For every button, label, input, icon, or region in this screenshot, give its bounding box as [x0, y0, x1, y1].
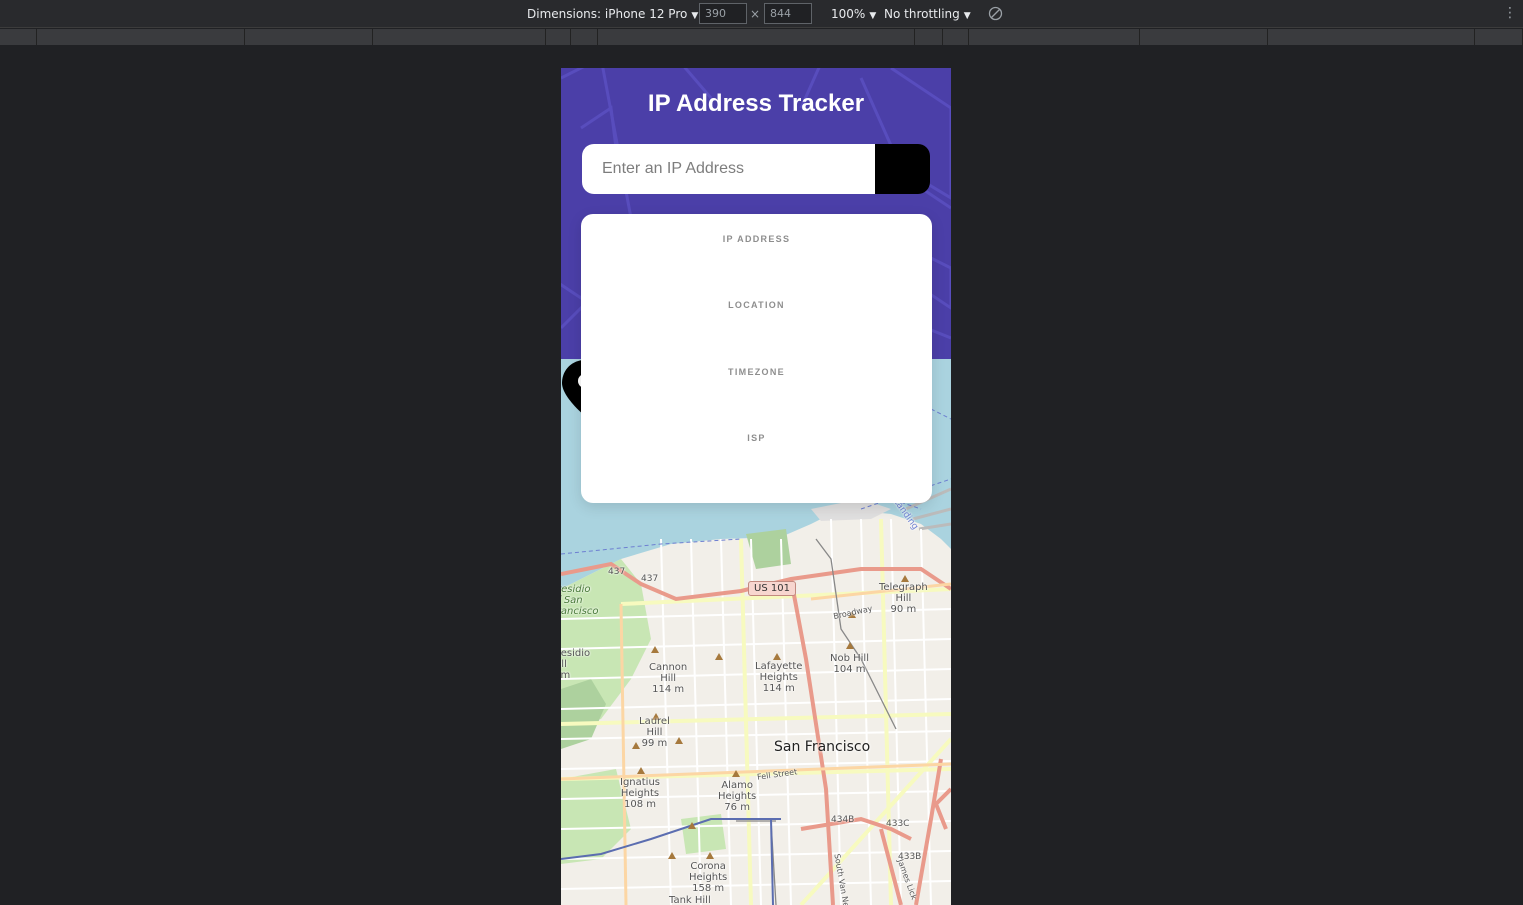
media-query-segment[interactable]: [245, 29, 373, 45]
device-height-input[interactable]: 844: [764, 3, 812, 24]
media-query-bar[interactable]: [0, 29, 1523, 45]
stat-isp: ISP: [581, 433, 932, 471]
media-query-segment[interactable]: [943, 29, 969, 45]
media-query-segment[interactable]: [969, 29, 1140, 45]
chevron-right-icon: [583, 144, 594, 160]
stat-value: [581, 316, 932, 338]
map-label: 437: [608, 567, 626, 577]
device-viewport: IP Address Tracker Enter an IP Address U…: [561, 68, 951, 905]
chevron-down-icon: ▼: [691, 11, 699, 21]
route-shield-us101: US 101: [748, 581, 796, 596]
ip-search-form: [582, 144, 930, 194]
stat-timezone: TIMEZONE: [581, 367, 932, 405]
stat-ip-address: IP ADDRESS: [581, 234, 932, 272]
stat-label: IP ADDRESS: [722, 234, 791, 244]
ip-info-card: IP ADDRESS LOCATION TIMEZONE ISP: [581, 214, 932, 503]
media-query-segment[interactable]: [1140, 29, 1268, 45]
media-query-segment[interactable]: [0, 29, 37, 45]
stat-value: [581, 449, 932, 471]
map-label: Ignatius Heights 108 m: [620, 777, 661, 810]
map-label: 433C: [886, 819, 910, 829]
device-dimensions-dropdown[interactable]: Dimensions: iPhone 12 Pro ▼: [527, 6, 698, 22]
media-query-segment[interactable]: [915, 29, 943, 45]
map-label: 434B: [831, 815, 855, 825]
device-dimensions-label: Dimensions: iPhone 12 Pro: [527, 7, 688, 21]
chevron-down-icon: ▼: [963, 11, 971, 21]
stat-label: LOCATION: [728, 300, 785, 310]
stat-location: LOCATION: [581, 300, 932, 338]
map-label: Nob Hill 104 m: [830, 653, 869, 675]
stat-value: [581, 250, 932, 272]
media-query-segment[interactable]: [1268, 29, 1475, 45]
zoom-label: 100%: [831, 7, 866, 21]
throttling-dropdown[interactable]: No throttling ▼: [884, 6, 971, 22]
media-query-segment[interactable]: [571, 29, 598, 45]
map-label: Alamo Heights 76 m: [718, 780, 757, 813]
media-query-segment[interactable]: [546, 29, 571, 45]
map-label: Cannon Hill 114 m: [649, 662, 688, 695]
media-query-segment[interactable]: [1475, 29, 1523, 45]
chevron-down-icon: ▼: [869, 11, 877, 21]
map-label: Lafayette Heights 114 m: [755, 661, 803, 694]
rotate-icon[interactable]: [988, 6, 1003, 21]
media-query-segment[interactable]: [373, 29, 546, 45]
map-label: 437: [641, 574, 659, 584]
media-query-segment[interactable]: [37, 29, 245, 45]
map-label: Telegraph Hill 90 m: [879, 582, 928, 615]
throttling-label: No throttling: [884, 7, 960, 21]
city-label: San Francisco: [774, 739, 871, 755]
zoom-dropdown[interactable]: 100% ▼: [831, 6, 876, 22]
map-label: Tank Hill: [669, 895, 711, 905]
map-label: Laurel Hill 99 m: [639, 716, 670, 749]
media-query-segment[interactable]: [598, 29, 915, 45]
stat-label: TIMEZONE: [728, 367, 785, 377]
stat-value: [581, 383, 932, 405]
devtools-device-toolbar: Dimensions: iPhone 12 Pro ▼ 390 × 844 100…: [0, 0, 1523, 28]
map-label: Corona Heights 158 m: [689, 861, 728, 894]
device-width-input[interactable]: 390: [699, 3, 747, 24]
page-title: IP Address Tracker: [647, 90, 865, 117]
search-submit-button[interactable]: [583, 144, 930, 194]
ip-search-input[interactable]: [582, 144, 875, 194]
map-label: Presidioof SanFrancisco: [561, 584, 599, 617]
stat-label: ISP: [747, 433, 766, 443]
more-options-icon[interactable]: ⋮: [1503, 5, 1517, 21]
dimension-separator: ×: [750, 7, 761, 21]
map-label: PresidioHill8 m: [561, 648, 591, 681]
